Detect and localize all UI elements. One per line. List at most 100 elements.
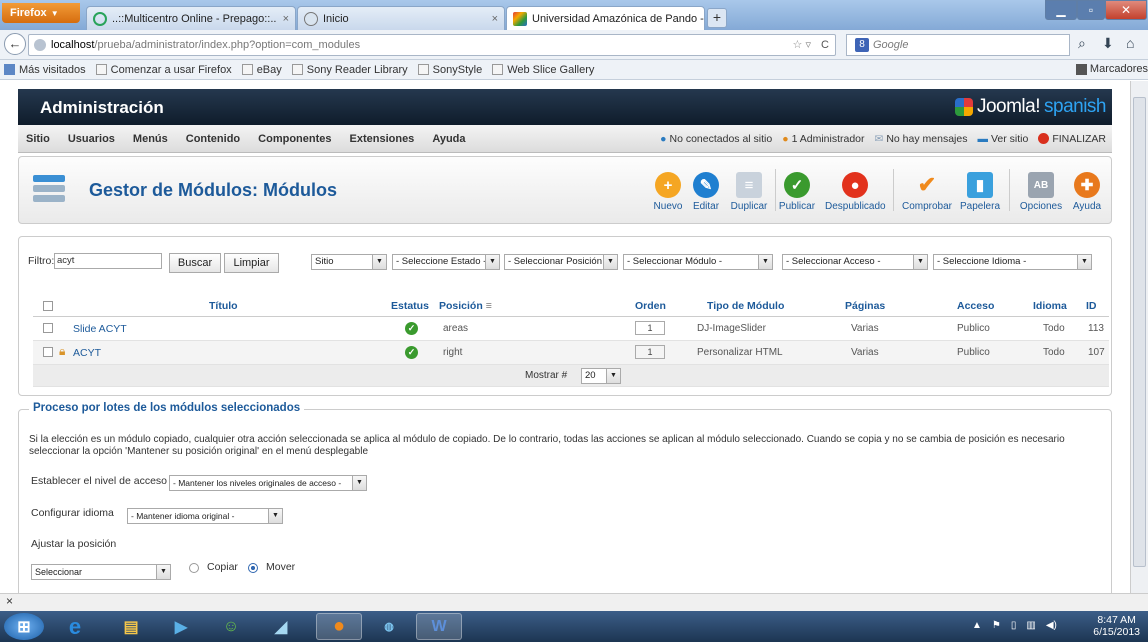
bookmarks-folder[interactable]: Marcadores (1075, 63, 1148, 75)
battery-icon[interactable]: ▯ (1011, 620, 1017, 631)
menu-usuarios[interactable]: Usuarios (68, 133, 115, 145)
home-icon[interactable]: ⌂ (1126, 35, 1134, 51)
vertical-scrollbar[interactable] (1130, 81, 1148, 593)
tab-multicentro[interactable]: ..::Multicentro Online - Prepago::.. × (86, 6, 296, 30)
navigation-bar: ← localhost/prueba/administrator/index.p… (0, 30, 1148, 60)
checkin-button[interactable]: ✔ Comprobar (899, 172, 955, 212)
position-select[interactable]: - Seleccionar Posición - ▼ (504, 254, 618, 270)
unpublish-button[interactable]: ● Despublicado (825, 172, 886, 212)
network-icon[interactable]: ▥ (1026, 620, 1035, 631)
copy-radio[interactable] (189, 563, 199, 573)
column-status[interactable]: Estatus (391, 300, 429, 312)
reload-icon[interactable]: C (821, 35, 829, 55)
messages-link[interactable]: ✉ No hay mensajes (875, 133, 968, 145)
close-addon-bar-icon[interactable]: × (6, 594, 13, 608)
trash-button[interactable]: ▮ Papelera (955, 172, 1005, 212)
column-order[interactable]: Orden (635, 300, 666, 312)
bookmark-ebay[interactable]: eBay (241, 64, 282, 76)
column-language[interactable]: Idioma (1033, 300, 1067, 312)
people-icon[interactable]: ☺ (208, 613, 254, 640)
menu-extensiones[interactable]: Extensiones (350, 133, 415, 145)
chart-app-icon[interactable]: ◢ (258, 613, 304, 640)
search-button[interactable]: Buscar (169, 253, 221, 273)
column-id[interactable]: ID (1086, 300, 1097, 312)
bookmark-star-icon[interactable]: ☆ ▿ (793, 35, 811, 55)
batch-description: Si la elección es un módulo copiado, cua… (29, 434, 1065, 457)
access-select[interactable]: - Seleccionar Acceso - ▼ (782, 254, 928, 270)
column-pages[interactable]: Páginas (845, 300, 885, 312)
column-position[interactable]: Posición ≡ (439, 300, 492, 312)
dropdown-arrow-icon: ▼ (156, 565, 170, 579)
word-icon[interactable]: W (416, 613, 462, 640)
bookmark-web-slice[interactable]: Web Slice Gallery (492, 64, 594, 76)
status-select[interactable]: - Seleccione Estado - ▼ (392, 254, 500, 270)
media-player-icon[interactable]: ▶ (158, 613, 204, 640)
logout-link[interactable]: FINALIZAR (1038, 133, 1106, 145)
column-access[interactable]: Acceso (957, 300, 994, 312)
move-radio[interactable] (248, 563, 258, 573)
row-checkbox[interactable] (43, 323, 53, 333)
firefox-menu-button[interactable]: Firefox ▼ (2, 3, 80, 23)
file-explorer-icon[interactable]: ▤ (108, 613, 154, 640)
search-magnifier-icon[interactable]: ⌕ (1078, 35, 1086, 52)
bookmark-sonystyle[interactable]: SonyStyle (417, 64, 482, 76)
row-checkbox[interactable] (43, 347, 53, 357)
language-batch-select[interactable]: - Mantener idioma original - ▼ (127, 508, 283, 524)
search-bar[interactable]: 8 Google (846, 34, 1070, 56)
limit-select[interactable]: 20 ▼ (581, 368, 621, 384)
network-app-icon[interactable]: ◍ (366, 613, 412, 640)
menu-componentes[interactable]: Componentes (258, 133, 331, 145)
module-title-link[interactable]: ACYT (73, 347, 101, 359)
volume-icon[interactable]: ◀) (1046, 620, 1057, 631)
module-select[interactable]: - Seleccionar Módulo - ▼ (623, 254, 773, 270)
published-icon[interactable]: ✓ (405, 322, 418, 335)
flag-icon[interactable]: ⚑ (992, 620, 1001, 631)
language-select[interactable]: - Seleccione Idioma - ▼ (933, 254, 1092, 270)
scrollbar-thumb[interactable] (1133, 97, 1146, 567)
column-title[interactable]: Título (209, 300, 238, 312)
maximize-button[interactable]: ▫ (1077, 0, 1105, 20)
duplicate-button[interactable]: ≡ Duplicar (724, 172, 774, 212)
url-bar[interactable]: localhost/prueba/administrator/index.php… (28, 34, 836, 56)
publish-button[interactable]: ✓ Publicar (772, 172, 822, 212)
dropdown-arrow-icon: ▼ (268, 509, 282, 523)
order-input[interactable]: 1 (635, 321, 665, 335)
bookmark-sony-reader[interactable]: Sony Reader Library (291, 64, 408, 76)
new-tab-button[interactable]: + (707, 8, 727, 28)
firefox-icon[interactable]: ● (316, 613, 362, 640)
download-icon[interactable]: ⬇ (1102, 35, 1114, 52)
access-level-select[interactable]: - Mantener los niveles originales de acc… (169, 475, 367, 491)
tab-inicio[interactable]: Inicio × (297, 6, 505, 30)
clock[interactable]: 8:47 AM 6/15/2013 (1093, 614, 1140, 638)
close-tab-icon[interactable]: × (283, 13, 289, 25)
bookmark-mas-visitados[interactable]: Más visitados (4, 64, 86, 76)
menu-contenido[interactable]: Contenido (186, 133, 240, 145)
help-button[interactable]: ✚ Ayuda (1064, 172, 1110, 212)
toolbar-divider (1009, 169, 1010, 211)
menu-sitio[interactable]: Sitio (26, 133, 50, 145)
view-site-link[interactable]: ▬ Ver sitio (977, 133, 1028, 145)
menu-ayuda[interactable]: Ayuda (432, 133, 465, 145)
module-title-link[interactable]: Slide ACYT (73, 323, 127, 335)
position-batch-select[interactable]: Seleccionar ▼ (31, 564, 171, 580)
order-input[interactable]: 1 (635, 345, 665, 359)
start-button-icon[interactable]: ⊞ (4, 613, 44, 640)
minimize-button[interactable]: ▁ (1045, 0, 1077, 20)
power-icon (1038, 133, 1050, 144)
select-all-checkbox[interactable] (43, 301, 53, 311)
tray-arrow-icon[interactable]: ▲ (972, 620, 982, 631)
back-arrow-icon[interactable]: ← (4, 33, 26, 55)
bookmark-comenzar[interactable]: Comenzar a usar Firefox (95, 64, 232, 76)
close-window-button[interactable]: ✕ (1105, 0, 1147, 20)
options-button[interactable]: AB Opciones (1016, 172, 1066, 212)
tab-universidad[interactable]: Universidad Amazónica de Pando - A...× (506, 6, 705, 30)
menu-menus[interactable]: Menús (133, 133, 168, 145)
column-module-type[interactable]: Tipo de Módulo (707, 300, 784, 312)
close-tab-icon[interactable]: × (492, 13, 498, 25)
page-icon (241, 64, 253, 75)
site-select[interactable]: Sitio ▼ (311, 254, 387, 270)
published-icon[interactable]: ✓ (405, 346, 418, 359)
filter-input[interactable]: acyt (54, 253, 162, 269)
internet-explorer-icon[interactable]: e (52, 613, 98, 640)
clear-button[interactable]: Limpiar (224, 253, 279, 273)
